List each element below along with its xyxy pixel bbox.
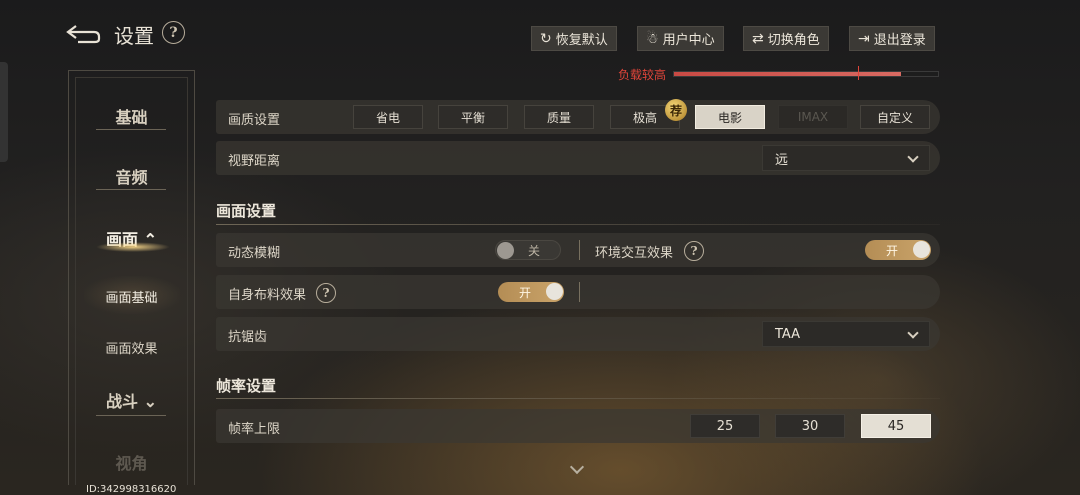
- fps-option-30[interactable]: 30: [775, 414, 845, 438]
- page-title: 设置: [114, 24, 154, 48]
- section-divider: [216, 224, 940, 225]
- sidebar-item-display-effects[interactable]: 画面效果: [68, 338, 195, 357]
- view-distance-dropdown[interactable]: 远: [762, 145, 930, 171]
- switch-role-button[interactable]: ⇄ 切换角色: [743, 26, 829, 51]
- antialias-dropdown[interactable]: TAA: [762, 321, 930, 347]
- env-interaction-label: 环境交互效果: [595, 246, 674, 261]
- section-divider: [216, 398, 940, 399]
- restore-icon: ↻: [540, 30, 552, 47]
- restore-default-label: 恢复默认: [555, 33, 608, 48]
- load-label: 负载较高: [618, 68, 667, 82]
- logout-label: 退出登录: [873, 33, 926, 48]
- switch-icon: ⇄: [752, 30, 764, 47]
- cloth-toggle[interactable]: 开: [498, 282, 564, 302]
- quality-option-balanced[interactable]: 平衡: [438, 105, 508, 129]
- fps-option-25[interactable]: 25: [690, 414, 760, 438]
- sidebar-item-display-basic[interactable]: 画面基础: [68, 287, 195, 306]
- help-icon[interactable]: ?: [316, 283, 336, 303]
- fps-label: 帧率上限: [228, 422, 281, 437]
- view-distance-label: 视野距离: [228, 154, 281, 169]
- toggle-knob: [546, 283, 563, 300]
- chevron-down-icon: [907, 151, 919, 163]
- section-title-picture: 画面设置: [216, 202, 277, 220]
- chevron-down-icon: [907, 327, 919, 339]
- sidebar-divider: [96, 410, 166, 416]
- sidebar-item-combat-label: 战斗: [106, 392, 139, 411]
- sidebar-divider: [96, 184, 166, 190]
- section-title-fps: 帧率设置: [216, 377, 277, 395]
- column-divider: [579, 282, 580, 302]
- user-center-icon: ☃: [646, 30, 659, 47]
- user-center-button[interactable]: ☃ 用户中心: [637, 26, 724, 51]
- user-center-label: 用户中心: [662, 33, 715, 48]
- restore-default-button[interactable]: ↻ 恢复默认: [531, 26, 617, 51]
- toggle-knob: [913, 241, 930, 258]
- switch-role-label: 切换角色: [767, 33, 820, 48]
- edge-tab: [0, 62, 8, 162]
- chevron-down-icon: ⌄: [143, 392, 157, 411]
- load-bar-fill: [674, 72, 902, 76]
- antialias-value: TAA: [775, 326, 801, 342]
- antialias-label: 抗锯齿: [228, 330, 268, 345]
- fps-option-45[interactable]: 45: [861, 414, 931, 438]
- load-bar-marker: [858, 66, 859, 80]
- help-icon[interactable]: ?: [684, 241, 704, 261]
- load-bar: [673, 71, 939, 77]
- scroll-down-icon[interactable]: [569, 459, 585, 475]
- motion-blur-label: 动态模糊: [228, 246, 281, 261]
- help-icon[interactable]: ?: [162, 21, 185, 44]
- quality-option-quality[interactable]: 质量: [524, 105, 594, 129]
- quality-option-cinematic[interactable]: 电影: [695, 105, 765, 129]
- active-indicator: [96, 242, 170, 252]
- logout-button[interactable]: ⇥ 退出登录: [849, 26, 935, 51]
- env-interaction-toggle[interactable]: 开: [865, 240, 931, 260]
- cloth-label: 自身布料效果: [228, 288, 307, 303]
- motion-blur-row: [216, 233, 940, 267]
- motion-blur-state: 关: [527, 243, 540, 258]
- quality-option-imax: IMAX: [778, 105, 848, 129]
- quality-option-custom[interactable]: 自定义: [860, 105, 930, 129]
- sidebar-item-combat[interactable]: 战斗 ⌄: [68, 388, 195, 412]
- column-divider: [579, 240, 580, 260]
- back-icon[interactable]: [66, 22, 102, 44]
- player-id: ID:342998316620: [86, 484, 177, 495]
- logout-icon: ⇥: [858, 30, 870, 47]
- sidebar-item-camera[interactable]: 视角: [68, 450, 195, 474]
- quality-option-power-save[interactable]: 省电: [353, 105, 423, 129]
- recommended-badge: 荐: [665, 99, 687, 121]
- sidebar-divider: [96, 124, 166, 130]
- quality-label: 画质设置: [228, 113, 281, 128]
- view-distance-value: 远: [775, 152, 789, 168]
- motion-blur-toggle[interactable]: 关: [495, 240, 561, 260]
